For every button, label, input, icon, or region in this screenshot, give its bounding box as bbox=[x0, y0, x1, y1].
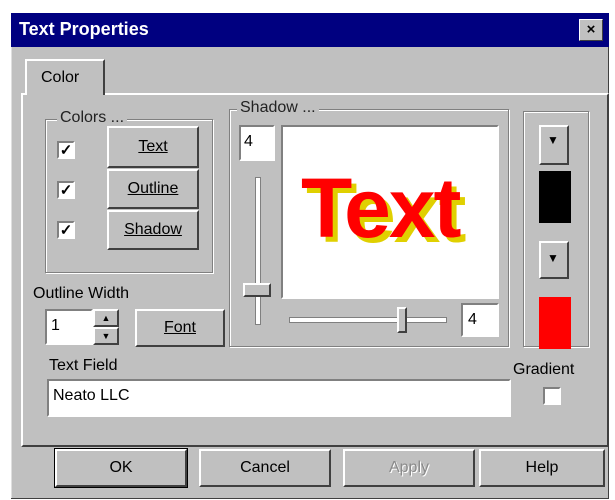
ok-button[interactable]: OK bbox=[54, 448, 188, 488]
horizontal-slider-thumb[interactable] bbox=[397, 307, 407, 333]
dialog-title: Text Properties bbox=[19, 19, 149, 39]
outline-width-value: 1 bbox=[51, 317, 60, 334]
shadow-preview: Text bbox=[281, 125, 499, 299]
shadow-color-checkbox[interactable]: ✓ bbox=[57, 221, 75, 239]
text-field-label: Text Field bbox=[49, 357, 118, 374]
outline-width-label: Outline Width bbox=[33, 285, 130, 302]
shadow-horizontal-offset-field[interactable]: 4 bbox=[461, 303, 499, 337]
colors-group-label: Colors ... bbox=[57, 109, 128, 127]
shadow-horizontal-slider[interactable] bbox=[281, 301, 453, 335]
text-field-value: Neato LLC bbox=[53, 387, 130, 404]
shadow-vertical-offset-field[interactable]: 4 bbox=[239, 125, 275, 161]
font-button[interactable]: Font bbox=[135, 309, 225, 347]
top-color-swatch[interactable] bbox=[539, 171, 571, 223]
font-button-label: Font bbox=[163, 319, 196, 336]
cancel-button[interactable]: Cancel bbox=[199, 449, 331, 487]
preview-text: Text bbox=[301, 161, 461, 255]
outline-button-label: Outline bbox=[127, 180, 179, 197]
shadow-button-label: Shadow bbox=[124, 221, 182, 238]
shadow-color-button[interactable]: Shadow bbox=[107, 210, 199, 250]
text-button-label: Text bbox=[138, 138, 168, 155]
apply-button[interactable]: Apply bbox=[343, 449, 475, 487]
outline-width-spin-down[interactable]: ▼ bbox=[93, 327, 119, 345]
help-button[interactable]: Help bbox=[479, 449, 605, 487]
outline-width-spin-up[interactable]: ▲ bbox=[93, 309, 119, 327]
bottom-color-dropdown-button[interactable]: ▼ bbox=[539, 241, 569, 279]
text-properties-dialog: Text Properties × Color Colors ... ✓ Tex… bbox=[10, 12, 610, 500]
outline-color-checkbox[interactable]: ✓ bbox=[57, 181, 75, 199]
text-color-button[interactable]: Text bbox=[107, 126, 199, 168]
title-bar: Text Properties × bbox=[11, 13, 609, 47]
bottom-color-swatch[interactable] bbox=[539, 297, 571, 349]
vertical-slider-thumb[interactable] bbox=[243, 283, 271, 297]
close-button[interactable]: × bbox=[579, 19, 603, 41]
text-field-input[interactable]: Neato LLC bbox=[47, 379, 511, 417]
gradient-label: Gradient bbox=[513, 361, 575, 378]
chevron-down-icon: ▼ bbox=[547, 133, 559, 147]
shadow-vertical-offset-value: 4 bbox=[244, 133, 253, 150]
horizontal-slider-track bbox=[289, 317, 447, 323]
tab-color-label: Color bbox=[41, 69, 80, 86]
vertical-slider-track bbox=[255, 177, 261, 325]
shadow-group-label: Shadow ... bbox=[237, 99, 319, 117]
text-color-checkbox[interactable]: ✓ bbox=[57, 141, 75, 159]
outline-width-input[interactable]: 1 bbox=[45, 309, 93, 345]
chevron-down-icon: ▼ bbox=[547, 251, 559, 265]
shadow-horizontal-offset-value: 4 bbox=[468, 311, 477, 328]
gradient-checkbox[interactable] bbox=[543, 387, 561, 405]
outline-color-button[interactable]: Outline bbox=[107, 169, 199, 209]
top-color-dropdown-button[interactable]: ▼ bbox=[539, 125, 569, 165]
tab-color[interactable]: Color bbox=[25, 59, 105, 95]
shadow-vertical-slider[interactable] bbox=[241, 169, 277, 331]
